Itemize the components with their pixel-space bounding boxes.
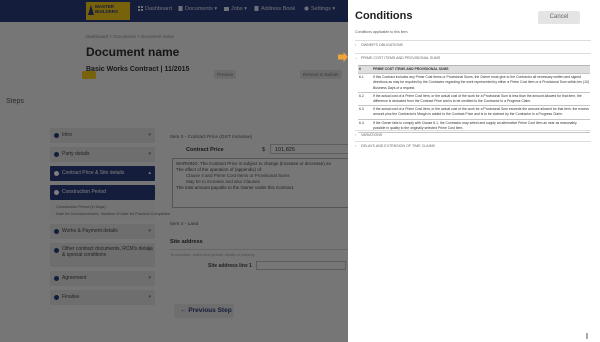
section-prime-cost[interactable]: ⌄ PRIME COST ITEMS AND PROVISIONAL SUMS	[355, 53, 591, 62]
section-label: VARIATIONS	[361, 133, 383, 137]
clause-text: If the actual cost of a Prime Cost Item,…	[373, 93, 582, 104]
section-label: DELAYS AND EXTENSION OF TIME CLAIMS	[361, 144, 435, 148]
clause-text: If this Contract includes any Prime Cost…	[373, 75, 589, 90]
clause-number: 6.3	[359, 107, 364, 112]
header-text: PRIME COST ITEMS AND PROVISIONAL SUMS	[373, 67, 449, 71]
section-delays[interactable]: › DELAYS AND EXTENSION OF TIME CLAIMS	[355, 141, 591, 150]
header-number: 6	[359, 67, 361, 71]
table-row: 6.3 If the actual cost of a Prime Cost I…	[358, 106, 590, 120]
scrollbar[interactable]	[586, 333, 588, 339]
clause-number: 6.1	[359, 75, 364, 80]
section-label: PRIME COST ITEMS AND PROVISIONAL SUMS	[361, 56, 441, 60]
table-header-row: 6 PRIME COST ITEMS AND PROVISIONAL SUMS	[358, 66, 590, 75]
table-row: 6.1 If this Contract includes any Prime …	[358, 74, 590, 93]
panel-description: Conditions applicable to this item.	[355, 30, 409, 34]
section-label: OWNER'S OBLIGATIONS	[361, 43, 403, 47]
section-variations[interactable]: › VARIATIONS	[355, 130, 591, 139]
conditions-table: 6 PRIME COST ITEMS AND PROVISIONAL SUMS …	[358, 65, 590, 134]
table-row: 6.2 If the actual cost of a Prime Cost I…	[358, 93, 590, 107]
cancel-button[interactable]: Cancel	[538, 11, 580, 24]
panel-title: Conditions	[355, 10, 413, 22]
section-owners-obligations[interactable]: › OWNER'S OBLIGATIONS	[355, 40, 591, 49]
clause-text: If the actual cost of a Prime Cost Item,…	[373, 107, 589, 117]
conditions-panel: Conditions Cancel Conditions applicable …	[348, 0, 600, 342]
clause-number: 6.2	[359, 93, 364, 98]
